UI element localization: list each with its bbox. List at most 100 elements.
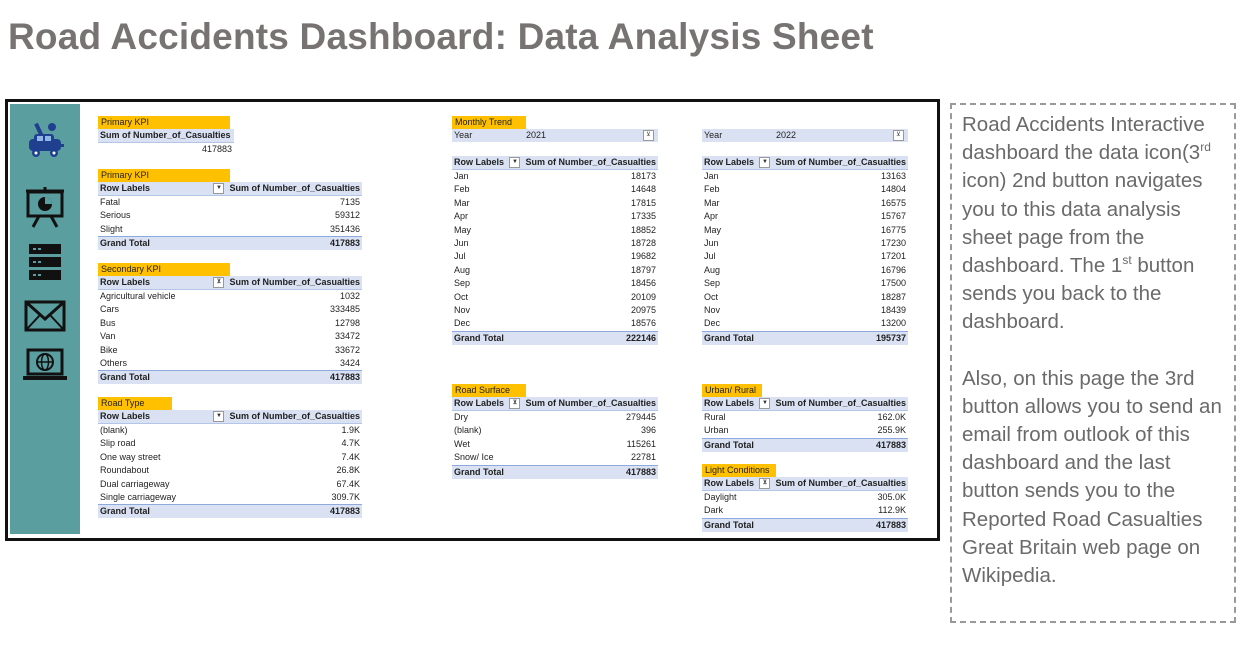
row-label: Dec [704, 318, 721, 329]
row-value: 33472 [334, 331, 360, 342]
table-row: Mar 16575 [702, 197, 908, 210]
table-row: Jan 13163 [702, 170, 908, 183]
table-row: Dual carriageway 67.4K [98, 478, 362, 491]
year-filter[interactable]: Year 2021 ⊻ [452, 129, 658, 142]
table-row: Dark 112.9K [702, 504, 908, 517]
row-label: Oct [454, 291, 469, 302]
pivot-header: Row Labels ⊻ Sum of Number_of_Casualties [452, 397, 658, 411]
table-row: Mar 17815 [452, 197, 658, 210]
row-label: Urban [704, 425, 729, 436]
total-label: Grand Total [100, 506, 150, 517]
row-label: Others [100, 357, 128, 368]
row-value: 17335 [630, 211, 656, 222]
row-label: Jul [454, 251, 466, 262]
row-value: 305.0K [877, 492, 906, 502]
filter-dropdown-icon[interactable]: ▼ [213, 411, 225, 422]
mail-envelope-icon[interactable] [10, 300, 80, 332]
table-row: Cars 333485 [98, 303, 362, 316]
row-label: Dec [454, 318, 471, 329]
row-value: 112.9K [878, 505, 906, 516]
table-row: Oct 18287 [702, 291, 908, 304]
filter-dropdown-icon[interactable]: ▼ [759, 157, 771, 168]
total-value: 417883 [875, 439, 906, 450]
section-tag: Primary KPI [98, 169, 230, 182]
total-label: Grand Total [100, 238, 150, 249]
row-label: Feb [704, 184, 720, 195]
table-row: Nov 18439 [702, 304, 908, 317]
row-label: Rural [704, 412, 726, 422]
filter-dropdown-icon[interactable]: ▼ [759, 398, 771, 409]
table-row: Dec 18576 [452, 317, 658, 330]
sidebar [10, 104, 80, 534]
table-row: Dry 279445 [452, 411, 658, 424]
table-row: Daylight 305.0K [702, 491, 908, 504]
filter-icon[interactable]: ⊻ [759, 478, 771, 489]
row-value: 33672 [334, 344, 360, 355]
filter-icon[interactable]: ⊻ [213, 277, 225, 288]
table-row: Urban 255.9K [702, 424, 908, 437]
row-value: 16796 [880, 264, 906, 275]
year-filter[interactable]: Year 2022 ⊻ [702, 129, 908, 142]
pivot-header: Row Labels ▼ Sum of Number_of_Casualties [702, 397, 908, 411]
row-value: 1.9K [341, 425, 360, 435]
total-label: Grand Total [704, 332, 754, 343]
table-row: One way street 7.4K [98, 451, 362, 464]
database-server-icon[interactable] [10, 242, 80, 284]
car-crash-icon[interactable] [10, 120, 80, 164]
filter-value: 2021 [526, 130, 547, 140]
row-value: 351436 [329, 223, 360, 234]
row-label: Jun [454, 237, 469, 248]
section-tag: Urban/ Rural [702, 384, 762, 397]
table-row: Jul 17201 [702, 250, 908, 263]
presentation-chart-icon[interactable] [10, 186, 80, 228]
note-paragraph-2: Also, on this page the 3rd button allows… [962, 366, 1222, 588]
row-label: Mar [454, 197, 470, 208]
table-row: Serious 59312 [98, 209, 362, 222]
note-superscript: rd [1200, 140, 1211, 155]
table-row: Aug 16796 [702, 264, 908, 277]
description-note: Road Accidents Interactive dashboard the… [950, 103, 1236, 623]
row-value: 14804 [880, 184, 906, 195]
row-value: 15767 [880, 211, 906, 222]
laptop-globe-icon[interactable] [10, 348, 80, 382]
row-value: 16575 [880, 197, 906, 208]
row-value: 7.4K [341, 451, 360, 462]
table-row: Nov 20975 [452, 304, 658, 317]
filter-icon[interactable]: ⊻ [509, 398, 521, 409]
total-label: Grand Total [100, 372, 150, 383]
pivot-monthly-2021: Monthly Trend Year 2021 ⊻ Row Labels ▼ Su… [452, 116, 658, 345]
row-label: (blank) [454, 425, 482, 436]
grand-total-row: Grand Total 417883 [452, 464, 658, 479]
row-label: Sep [704, 278, 721, 289]
filter-dropdown-icon[interactable]: ▼ [213, 183, 225, 194]
grand-total-row: Grand Total 195737 [702, 330, 908, 345]
kpi-value: 417883 [201, 144, 232, 154]
table-row: Dec 13200 [702, 317, 908, 330]
row-label: Nov [704, 304, 721, 315]
table-row: Others 3424 [98, 357, 362, 370]
filter-icon[interactable]: ⊻ [643, 130, 654, 141]
row-value: 162.0K [877, 412, 906, 422]
row-label: Dual carriageway [100, 478, 170, 489]
row-label: Wet [454, 438, 470, 449]
row-label: Nov [454, 304, 471, 315]
table-row: (blank) 396 [452, 424, 658, 437]
grand-total-row: Grand Total 417883 [98, 236, 362, 251]
pivot-header: Row Labels ▼ Sum of Number_of_Casualties [452, 156, 658, 170]
column-header: Sum of Number_of_Casualties [525, 157, 656, 167]
filter-icon[interactable]: ⊻ [893, 130, 904, 141]
note-text: Road Accidents Interactive dashboard the… [962, 113, 1205, 165]
filter-dropdown-icon[interactable]: ▼ [509, 157, 521, 168]
row-value: 18797 [630, 264, 656, 275]
column-header: Row Labels [704, 157, 755, 167]
row-value: 18728 [630, 237, 656, 248]
row-label: Jan [704, 171, 719, 181]
row-value: 3424 [339, 357, 360, 368]
row-value: 22781 [630, 452, 656, 463]
table-row: Jun 18728 [452, 237, 658, 250]
column-header: Sum of Number_of_Casualties [229, 277, 360, 287]
row-label: Bike [100, 344, 118, 355]
row-label: Van [100, 331, 116, 342]
row-value: 333485 [329, 304, 360, 315]
row-label: May [454, 224, 472, 235]
